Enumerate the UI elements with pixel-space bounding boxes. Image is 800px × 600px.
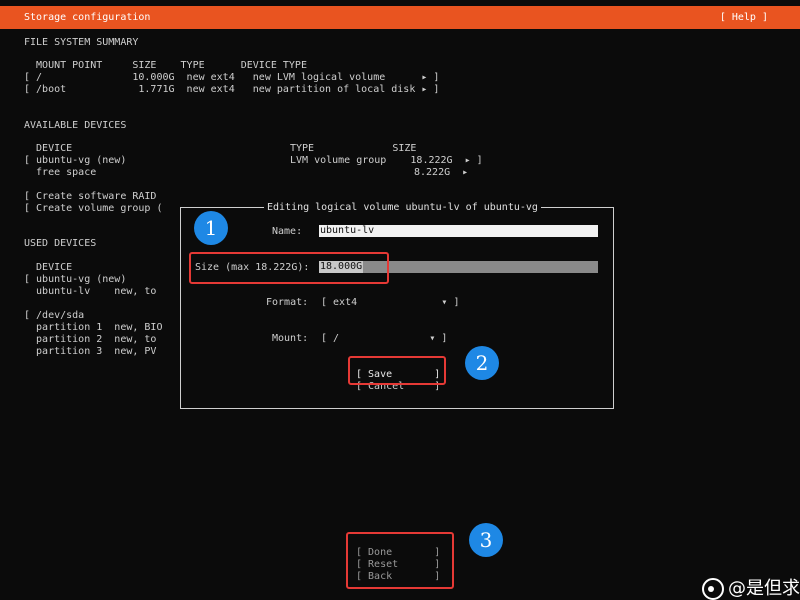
format-select[interactable]: [ ext4 ▾ ] xyxy=(321,297,459,309)
dialog-title: Editing logical volume ubuntu-lv of ubun… xyxy=(264,202,541,214)
fs-summary-heading: FILE SYSTEM SUMMARY xyxy=(24,37,139,48)
help-button[interactable]: [ Help ] xyxy=(720,12,768,23)
used-row-partition-1[interactable]: partition 1 new, BIO xyxy=(24,322,162,334)
device-row-ubuntu-vg-details: LVM volume group 18.222G ▸ ] xyxy=(290,155,483,166)
fs-row-boot[interactable]: [ /boot 1.771G new ext4 new partition of… xyxy=(24,84,439,96)
step-badge-1: 1 xyxy=(194,211,228,245)
watermark: @是但求 xyxy=(691,553,800,600)
available-devices-heading: AVAILABLE DEVICES xyxy=(24,120,127,131)
device-row-ubuntu-vg[interactable]: [ ubuntu-vg (new) xyxy=(24,155,126,167)
header-bar: Storage configuration [ Help ] xyxy=(0,6,800,29)
available-col-type-size: TYPE SIZE xyxy=(290,143,417,154)
device-row-free-space[interactable]: free space xyxy=(24,167,96,179)
create-volume-group-button[interactable]: [ Create volume group ( xyxy=(24,203,162,215)
used-col-device: DEVICE xyxy=(24,262,73,273)
used-row-ubuntu-lv[interactable]: ubuntu-lv new, to xyxy=(24,286,156,298)
used-devices-heading: USED DEVICES xyxy=(24,238,97,249)
footer-buttons-highlight xyxy=(346,532,454,589)
step-badge-2: 2 xyxy=(465,346,499,380)
fs-row-root[interactable]: [ / 10.000G new ext4 new LVM logical vol… xyxy=(24,72,439,84)
fs-summary-columns: MOUNT POINT SIZE TYPE DEVICE TYPE xyxy=(24,60,307,71)
size-field-highlight xyxy=(189,252,389,284)
name-input[interactable]: ubuntu-lv xyxy=(319,225,598,237)
watermark-text: @是但求 xyxy=(728,578,800,599)
mount-label: Mount: xyxy=(272,333,309,344)
save-button-highlight xyxy=(348,356,446,385)
create-raid-button[interactable]: [ Create software RAID xyxy=(24,191,156,203)
step-badge-3: 3 xyxy=(469,523,503,557)
used-row-ubuntu-vg[interactable]: [ ubuntu-vg (new) xyxy=(24,274,126,286)
mount-select[interactable]: [ / ▾ ] xyxy=(321,333,447,345)
available-col-device: DEVICE xyxy=(24,143,73,154)
format-label: Format: xyxy=(266,297,309,308)
used-row-partition-2[interactable]: partition 2 new, to xyxy=(24,334,156,346)
name-input-value: ubuntu-lv xyxy=(320,225,375,236)
free-space-size: 8.222G ▸ xyxy=(414,167,469,178)
name-label: Name: xyxy=(272,226,303,237)
screen-title: Storage configuration xyxy=(24,12,151,23)
used-row-partition-3[interactable]: partition 3 new, PV xyxy=(24,346,156,358)
watermark-logo-icon xyxy=(702,578,724,600)
used-row-dev-sda[interactable]: [ /dev/sda xyxy=(24,310,84,322)
